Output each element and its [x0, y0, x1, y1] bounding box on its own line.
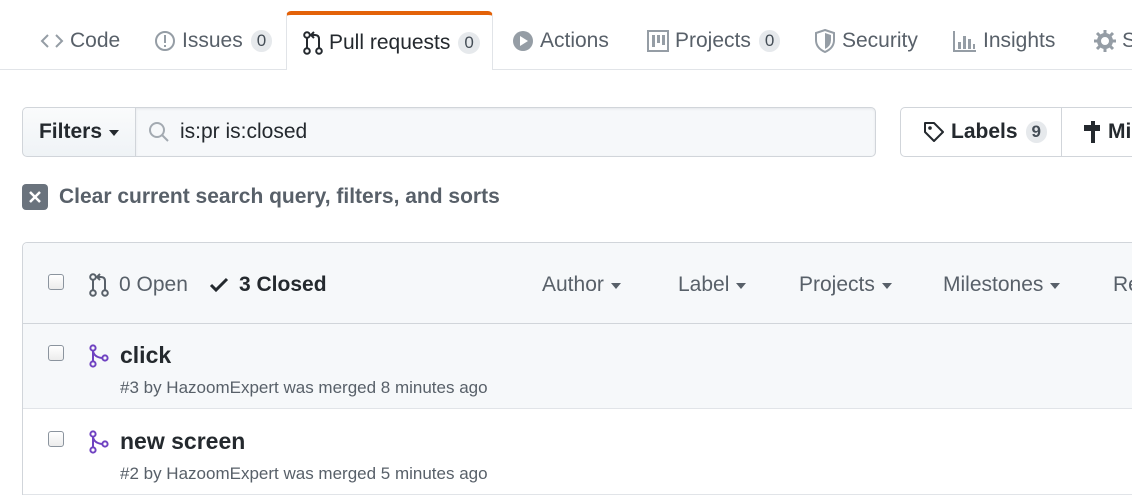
tab-label: Pull requests	[329, 30, 451, 54]
labels-button[interactable]: Labels 9	[900, 107, 1062, 157]
pull-requests-counter: 0	[458, 31, 480, 54]
filters-label: Filters	[38, 120, 103, 143]
shield-icon	[814, 29, 836, 53]
tab-label: Insights	[983, 29, 1056, 52]
tab-actions[interactable]: Actions	[512, 12, 609, 70]
list-item: new screen #2 by HazoomExpert was merged…	[23, 410, 1132, 495]
caret-down-icon	[109, 130, 120, 136]
list-item: click #3 by HazoomExpert was merged 8 mi…	[23, 324, 1132, 409]
search-input[interactable]	[180, 108, 870, 156]
tab-label: Projects	[675, 29, 751, 52]
caret-down-icon	[610, 283, 621, 289]
clear-query-label: Clear current search query, filters, and…	[59, 185, 500, 208]
graph-icon	[953, 30, 977, 52]
closed-filter-link[interactable]: 3 Closed	[209, 272, 327, 298]
list-header: 0 Open 3 Closed Author Label Projects Mi…	[23, 243, 1132, 324]
code-icon	[40, 32, 64, 50]
author-filter-dropdown[interactable]: Author	[542, 272, 621, 298]
search-icon	[148, 121, 170, 148]
repo-tab-nav: Code Issues 0 Pull requests 0 Actions Pr…	[0, 0, 1132, 70]
pull-request-list: 0 Open 3 Closed Author Label Projects Mi…	[22, 242, 1132, 495]
label-filter-label: Label	[678, 273, 730, 296]
row-checkbox[interactable]	[48, 431, 64, 447]
caret-down-icon	[736, 283, 747, 289]
search-box	[135, 107, 876, 157]
select-all-checkbox[interactable]	[48, 274, 64, 290]
tab-issues[interactable]: Issues 0	[154, 12, 273, 70]
tab-label: Issues	[182, 29, 243, 52]
pull-request-meta: #3 by HazoomExpert was merged 8 minutes …	[120, 378, 488, 397]
tab-code[interactable]: Code	[40, 12, 120, 70]
labels-label: Labels	[951, 120, 1018, 143]
pull-request-icon	[303, 30, 323, 55]
caret-down-icon	[881, 283, 892, 289]
tab-projects[interactable]: Projects 0	[647, 12, 781, 70]
tab-label: Code	[70, 29, 121, 52]
tab-label: S	[1122, 29, 1132, 52]
projects-counter: 0	[758, 30, 781, 52]
play-icon	[512, 30, 534, 52]
reviews-filter-label: Re	[1113, 273, 1132, 296]
milestones-button[interactable]: Mi	[1061, 107, 1132, 157]
clear-query-link[interactable]: Clear current search query, filters, and…	[22, 184, 500, 210]
tab-pull-requests[interactable]: Pull requests 0	[286, 11, 493, 70]
tab-label: Security	[842, 29, 918, 52]
tab-insights[interactable]: Insights	[953, 12, 1055, 70]
project-icon	[647, 30, 669, 52]
projects-filter-dropdown[interactable]: Projects	[799, 272, 892, 298]
pull-request-title-link[interactable]: new screen	[120, 428, 245, 455]
open-count-label: 0 Open	[119, 273, 188, 296]
pull-request-meta: #2 by HazoomExpert was merged 5 minutes …	[120, 464, 488, 483]
pull-request-title-link[interactable]: click	[120, 342, 171, 369]
check-icon	[209, 276, 229, 294]
milestones-filter-label: Milestones	[943, 273, 1044, 296]
caret-down-icon	[1050, 283, 1061, 289]
open-filter-link[interactable]: 0 Open	[89, 272, 188, 298]
close-icon	[22, 184, 48, 210]
author-filter-label: Author	[542, 273, 604, 296]
row-checkbox[interactable]	[48, 345, 64, 361]
milestone-icon	[1084, 120, 1102, 144]
tab-label: Actions	[540, 29, 609, 52]
issues-counter: 0	[250, 30, 273, 52]
reviews-filter-dropdown[interactable]: Re	[1113, 272, 1132, 298]
tab-settings[interactable]: S	[1094, 12, 1132, 70]
milestones-filter-dropdown[interactable]: Milestones	[943, 272, 1061, 298]
labels-counter: 9	[1025, 121, 1047, 143]
label-filter-dropdown[interactable]: Label	[678, 272, 747, 298]
closed-count-label: 3 Closed	[239, 273, 327, 296]
projects-filter-label: Projects	[799, 273, 875, 296]
tab-security[interactable]: Security	[814, 12, 918, 70]
issue-icon	[154, 30, 176, 52]
tag-icon	[923, 121, 945, 143]
merged-icon	[89, 430, 109, 459]
pull-request-icon	[89, 273, 109, 297]
filters-dropdown-button[interactable]: Filters	[22, 107, 136, 157]
gear-icon	[1094, 30, 1116, 52]
milestones-label: Mi	[1108, 120, 1132, 143]
merged-icon	[89, 344, 109, 373]
